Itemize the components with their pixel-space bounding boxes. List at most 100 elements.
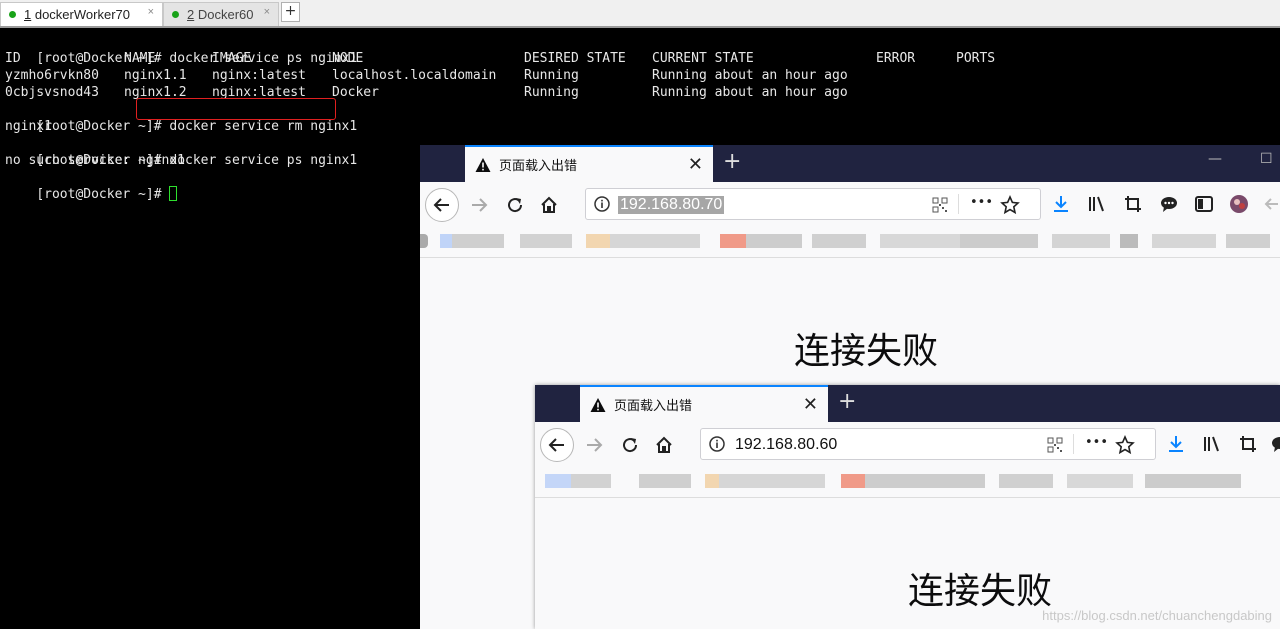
bookmark-item[interactable]	[1052, 234, 1110, 248]
terminal-line: [root@Docker ~]# docker service ps nginx…	[5, 135, 357, 168]
download-icon	[1054, 196, 1068, 212]
bookmark-item[interactable]	[960, 234, 1038, 248]
terminal-tab-label: 2 Docker60	[187, 7, 254, 22]
bookmark-item[interactable]	[1120, 234, 1138, 248]
maximize-button[interactable]: ☐	[1260, 151, 1273, 167]
task-current-state: Running about an hour ago	[652, 68, 848, 83]
bookmark-item[interactable]	[719, 474, 825, 488]
close-icon[interactable]: ✕	[803, 394, 818, 415]
bookmark-item[interactable]	[812, 234, 866, 248]
page-actions-menu-button[interactable]: •••	[1085, 435, 1108, 450]
arrow-left-icon	[1264, 198, 1278, 210]
address-bar[interactable]: 192.168.80.60 •••	[700, 428, 1156, 460]
downloads-button[interactable]	[1050, 193, 1072, 215]
sidebar-icon	[1195, 196, 1213, 212]
watermark-url: https://blog.csdn.net/chuanchengdabing	[1042, 608, 1272, 623]
column-header: ID	[5, 51, 21, 66]
screenshot-button[interactable]	[1122, 193, 1144, 215]
url-text: 192.168.80.60	[735, 436, 838, 453]
bookmark-item[interactable]	[705, 474, 719, 488]
bookmark-item[interactable]	[720, 234, 746, 248]
home-button[interactable]	[647, 428, 681, 462]
task-desired-state: Running	[524, 85, 579, 100]
divider	[958, 194, 959, 214]
terminal-tab-dockerworker70[interactable]: 1 dockerWorker70 ×	[0, 2, 163, 26]
bookmark-item[interactable]	[1145, 474, 1241, 488]
qr-code-icon[interactable]	[932, 197, 948, 213]
column-header: DESIRED STATE	[524, 51, 626, 66]
terminal-tab-docker60[interactable]: 2 Docker60 ×	[163, 2, 279, 26]
warning-icon	[590, 397, 606, 412]
download-icon	[1169, 436, 1183, 452]
bookmark-item[interactable]	[440, 234, 452, 248]
bookmark-item[interactable]	[1152, 234, 1216, 248]
library-button[interactable]	[1201, 433, 1223, 455]
bookmark-item[interactable]	[841, 474, 865, 488]
bookmark-item[interactable]	[420, 234, 428, 248]
bookmark-item[interactable]	[639, 474, 691, 488]
new-tab-button[interactable]: +	[838, 389, 856, 414]
error-page-title: 连接失败	[908, 571, 1053, 612]
task-node: localhost.localdomain	[332, 68, 497, 83]
bookmark-item[interactable]	[1226, 234, 1270, 248]
bookmarks-toolbar	[535, 468, 1280, 498]
bookmark-item[interactable]	[865, 474, 985, 488]
navigation-toolbar: 192.168.80.60 •••	[535, 422, 1280, 468]
browser-tab[interactable]: 页面载入出错 ✕	[465, 145, 713, 182]
reload-button[interactable]	[498, 188, 532, 222]
column-header: NODE	[332, 51, 364, 66]
qr-code-icon[interactable]	[1047, 437, 1063, 453]
address-bar[interactable]: 192.168.80.70 •••	[585, 188, 1041, 220]
navigation-toolbar: 192.168.80.70 •••	[420, 182, 1280, 228]
downloads-button[interactable]	[1165, 433, 1187, 455]
library-icon	[1089, 196, 1104, 212]
bookmark-item[interactable]	[571, 474, 611, 488]
close-icon[interactable]: ×	[148, 6, 154, 18]
close-icon[interactable]: ×	[264, 6, 270, 18]
reload-icon	[623, 438, 638, 453]
terminal-output-line: nginx1	[5, 119, 52, 134]
bookmark-item[interactable]	[1067, 474, 1133, 488]
bookmark-item[interactable]	[545, 474, 571, 488]
browser-tab[interactable]: 页面载入出错 ✕	[580, 385, 828, 422]
bookmark-item[interactable]	[746, 234, 802, 248]
back-button[interactable]	[540, 428, 574, 462]
forward-button[interactable]	[462, 188, 496, 222]
sidebar-button[interactable]	[1193, 193, 1215, 215]
screenshot-button[interactable]	[1237, 433, 1259, 455]
column-header: ERROR	[876, 51, 916, 66]
chat-button[interactable]	[1158, 193, 1180, 215]
page-actions-menu-button[interactable]: •••	[970, 195, 993, 210]
task-name: nginx1.1	[124, 68, 187, 83]
terminal-line: [root@Docker ~]# docker service ps nginx…	[5, 33, 357, 66]
bookmark-item[interactable]	[586, 234, 610, 248]
table-header-row: ID NAME IMAGE NODE DESIRED STATE CURRENT…	[5, 50, 1275, 67]
task-image: nginx:latest	[212, 68, 306, 83]
bookmark-item[interactable]	[520, 234, 572, 248]
shell-prompt: [root@Docker ~]#	[36, 187, 170, 202]
bookmark-item[interactable]	[999, 474, 1053, 488]
arrow-left-icon	[433, 198, 449, 212]
divider	[1073, 434, 1074, 454]
warning-icon	[475, 157, 491, 172]
home-button[interactable]	[532, 188, 566, 222]
bookmark-item[interactable]	[610, 234, 700, 248]
bookmark-item[interactable]	[880, 234, 960, 248]
reload-button[interactable]	[613, 428, 647, 462]
star-bookmark-icon[interactable]	[1115, 435, 1135, 455]
task-id: yzmho6rvkn80	[5, 68, 99, 83]
bookmark-item[interactable]	[452, 234, 504, 248]
close-icon[interactable]: ✕	[688, 154, 703, 175]
profile-button[interactable]	[1228, 193, 1250, 215]
new-tab-button[interactable]: +	[723, 149, 741, 174]
forward-button[interactable]	[577, 428, 611, 462]
new-terminal-tab-button[interactable]: +	[281, 2, 300, 22]
overflow-button[interactable]	[1260, 193, 1280, 215]
column-header: NAME	[124, 51, 156, 66]
terminal-tab-label: 1 dockerWorker70	[24, 7, 130, 22]
library-button[interactable]	[1086, 193, 1108, 215]
chat-button[interactable]	[1269, 433, 1280, 455]
minimize-button[interactable]: —	[1208, 151, 1222, 167]
star-bookmark-icon[interactable]	[1000, 195, 1020, 215]
back-button[interactable]	[425, 188, 459, 222]
